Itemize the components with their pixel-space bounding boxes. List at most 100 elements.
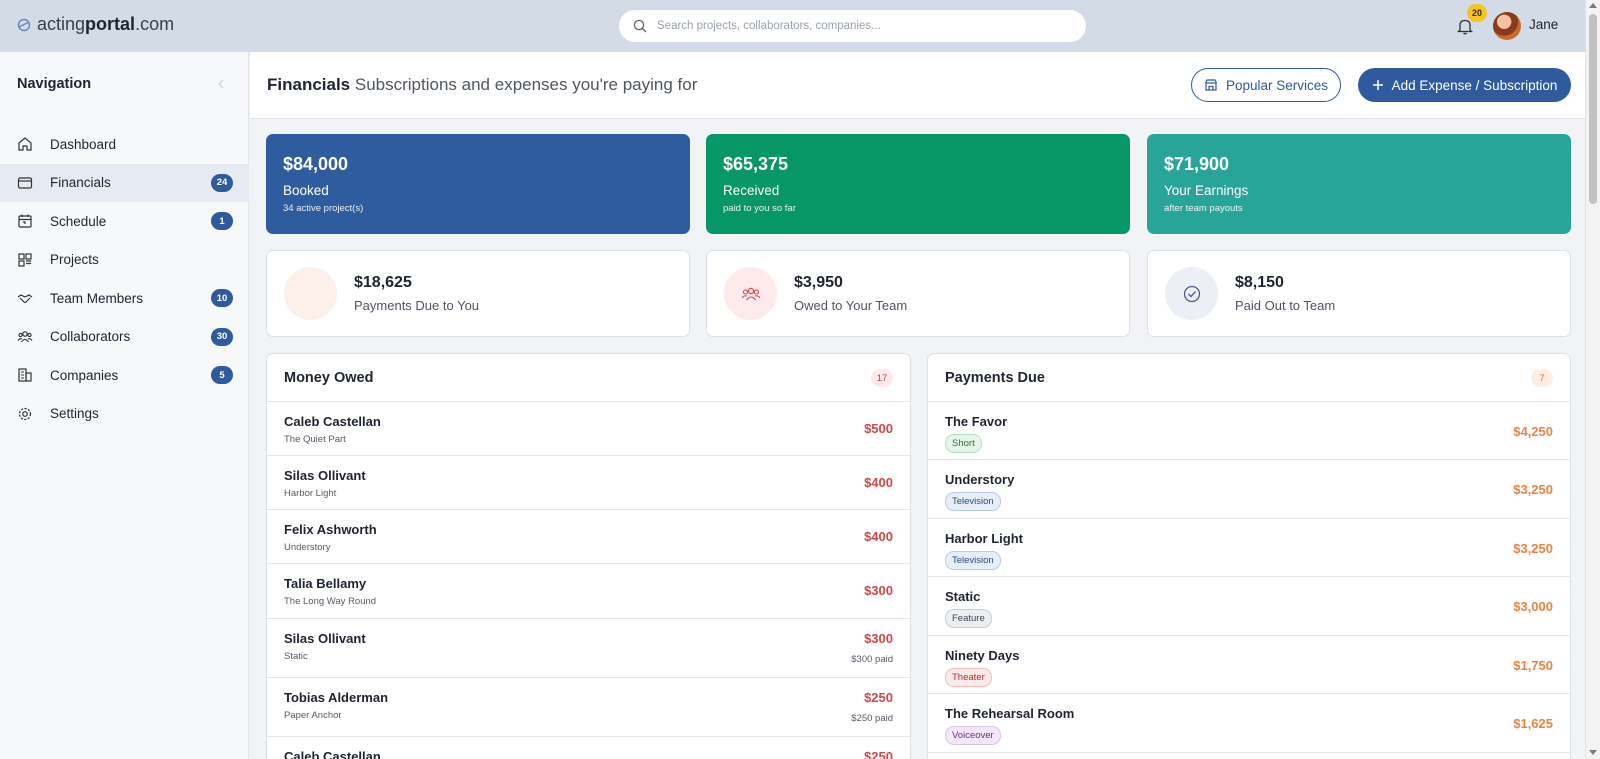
sidebar-title: Navigation (17, 76, 92, 92)
row-amount: $3,250 (1513, 541, 1553, 556)
sidebar-item-collaborators[interactable]: Collaborators 30 (0, 318, 249, 357)
stat-amount: $71,900 (1164, 154, 1230, 174)
table-row[interactable]: Understory Television $3,250 (928, 460, 1570, 519)
mini-label: Owed to Your Team (794, 298, 908, 313)
row-amount: $300 (864, 631, 893, 646)
table-row[interactable]: Harbor Light Television $3,250 (928, 519, 1570, 577)
logo-bold: portal (85, 14, 136, 34)
sidebar-item-label: Collaborators (50, 329, 131, 345)
stat-sub: 34 active project(s) (283, 203, 364, 214)
team-users-icon (741, 287, 760, 300)
logo-suffix: .com (135, 14, 175, 34)
row-name: Felix Ashworth (284, 522, 377, 537)
panel-count: 7 (1531, 369, 1553, 387)
stat-label: Your Earnings (1164, 183, 1249, 198)
search-bar[interactable] (619, 10, 1086, 42)
sidebar-item-label: Dashboard (50, 136, 117, 152)
logo-mark-icon (17, 18, 31, 31)
row-name: Tobias Alderman (284, 690, 389, 705)
sidebar-item-team-members[interactable]: Team Members 10 (0, 279, 249, 318)
table-row[interactable]: Tobias Alderman Paper Anchor $250 $250 p… (267, 678, 910, 737)
row-name: The Favor (945, 414, 1008, 429)
row-amount: $3,000 (1513, 599, 1553, 614)
search-icon (633, 19, 647, 33)
page-header: Financials Subscriptions and expenses yo… (250, 52, 1585, 119)
sidebar-item-dashboard[interactable]: Dashboard (0, 125, 249, 164)
row-name: The Rehearsal Room (945, 706, 1075, 721)
stat-amount: $65,375 (723, 154, 789, 174)
mini-amount: $8,150 (1235, 274, 1284, 291)
home-icon (18, 137, 32, 151)
table-row[interactable]: Felix Ashworth Understory $400 (267, 510, 910, 564)
panel-title: Payments Due (945, 369, 1045, 386)
scroll-down-arrow-icon[interactable] (1589, 750, 1597, 755)
table-row[interactable]: Static Feature $3,000 (928, 577, 1570, 636)
page-scrollbar[interactable] (1585, 0, 1600, 759)
sidebar-item-financials[interactable]: Financials 24 (0, 163, 249, 202)
plus-icon (1372, 80, 1383, 90)
type-tag: Voiceover (945, 726, 1001, 745)
check-icon (1183, 285, 1200, 302)
stat-label: Booked (283, 183, 329, 198)
row-name: Talia Bellamy (284, 576, 367, 591)
scroll-up-arrow-icon[interactable] (1589, 3, 1597, 8)
row-name: Silas Ollivant (284, 468, 366, 483)
sidebar-item-label: Team Members (50, 290, 144, 306)
row-amount: $250 (864, 690, 893, 705)
table-row[interactable]: The Favor Short $4,250 (928, 402, 1570, 460)
row-project: Static (284, 651, 308, 662)
payments-due-icon (284, 267, 337, 320)
collapse-icon[interactable] (214, 77, 228, 91)
logo-prefix: acting (37, 14, 86, 34)
add-expense-label: Add Expense / Subscription (1391, 77, 1558, 93)
nav-badge: 24 (211, 173, 233, 192)
logo[interactable]: actingportal.com (17, 14, 174, 35)
mini-label: Payments Due to You (354, 298, 480, 313)
type-tag: Short (945, 434, 982, 453)
row-name: Harbor Light (945, 531, 1023, 546)
sidebar-item-schedule[interactable]: Schedule 1 (0, 202, 249, 241)
table-row[interactable]: The Rehearsal Room Voiceover $1,625 (928, 694, 1570, 753)
row-amount: $250 (864, 749, 893, 759)
handshake-icon (17, 294, 33, 304)
table-row[interactable]: Silas Ollivant Static $300 $300 paid (267, 619, 910, 678)
building-icon (18, 368, 32, 382)
add-expense-button[interactable]: Add Expense / Subscription (1358, 68, 1571, 102)
sidebar-item-companies[interactable]: Companies 5 (0, 356, 249, 395)
table-row[interactable]: Caleb Castellan $250 (267, 737, 910, 759)
mini-card-payments-due: $18,625 Payments Due to You (266, 250, 690, 337)
scroll-thumb[interactable] (1589, 14, 1597, 204)
row-amount: $300 (864, 583, 893, 598)
table-row[interactable]: Ninety Days Theater $1,750 (928, 636, 1570, 694)
table-row[interactable]: Silas Ollivant Harbor Light $400 (267, 456, 910, 510)
row-project: Understory (284, 542, 331, 553)
table-row[interactable]: Caleb Castellan The Quiet Part $500 (267, 402, 910, 456)
sidebar-item-projects[interactable]: Projects (0, 241, 249, 280)
row-amount: $400 (864, 529, 893, 544)
type-tag: Feature (945, 609, 992, 628)
row-project: Harbor Light (284, 488, 337, 499)
table-row[interactable]: Talia Bellamy The Long Way Round $300 (267, 564, 910, 619)
wallet-icon (17, 177, 33, 189)
mini-card-owed-team: $3,950 Owed to Your Team (706, 250, 1130, 337)
search-input[interactable] (657, 20, 1086, 32)
row-name: Static (945, 589, 981, 604)
panel-header: Money Owed 17 (267, 354, 910, 402)
row-project: The Long Way Round (284, 596, 377, 607)
calendar-icon (18, 214, 32, 228)
mini-card-paid-out: $8,150 Paid Out to Team (1147, 250, 1571, 337)
panel-header: Payments Due 7 (928, 354, 1570, 402)
type-tag: Theater (945, 668, 992, 687)
row-name: Caleb Castellan (284, 749, 381, 759)
page-title-main: Financials (267, 75, 351, 94)
user-name[interactable]: Jane (1529, 17, 1558, 32)
sidebar-item-label: Settings (50, 406, 99, 422)
sidebar-item-settings[interactable]: Settings (0, 395, 249, 434)
row-project: The Quiet Part (284, 434, 346, 445)
row-project: Paper Anchor (284, 710, 342, 721)
page-title: Financials Subscriptions and expenses yo… (267, 75, 697, 95)
panel-title: Money Owed (284, 369, 374, 386)
popular-services-button[interactable]: Popular Services (1191, 68, 1341, 102)
money-owed-panel: Money Owed 17 Caleb Castellan The Quiet … (266, 353, 911, 759)
avatar[interactable] (1493, 12, 1521, 40)
